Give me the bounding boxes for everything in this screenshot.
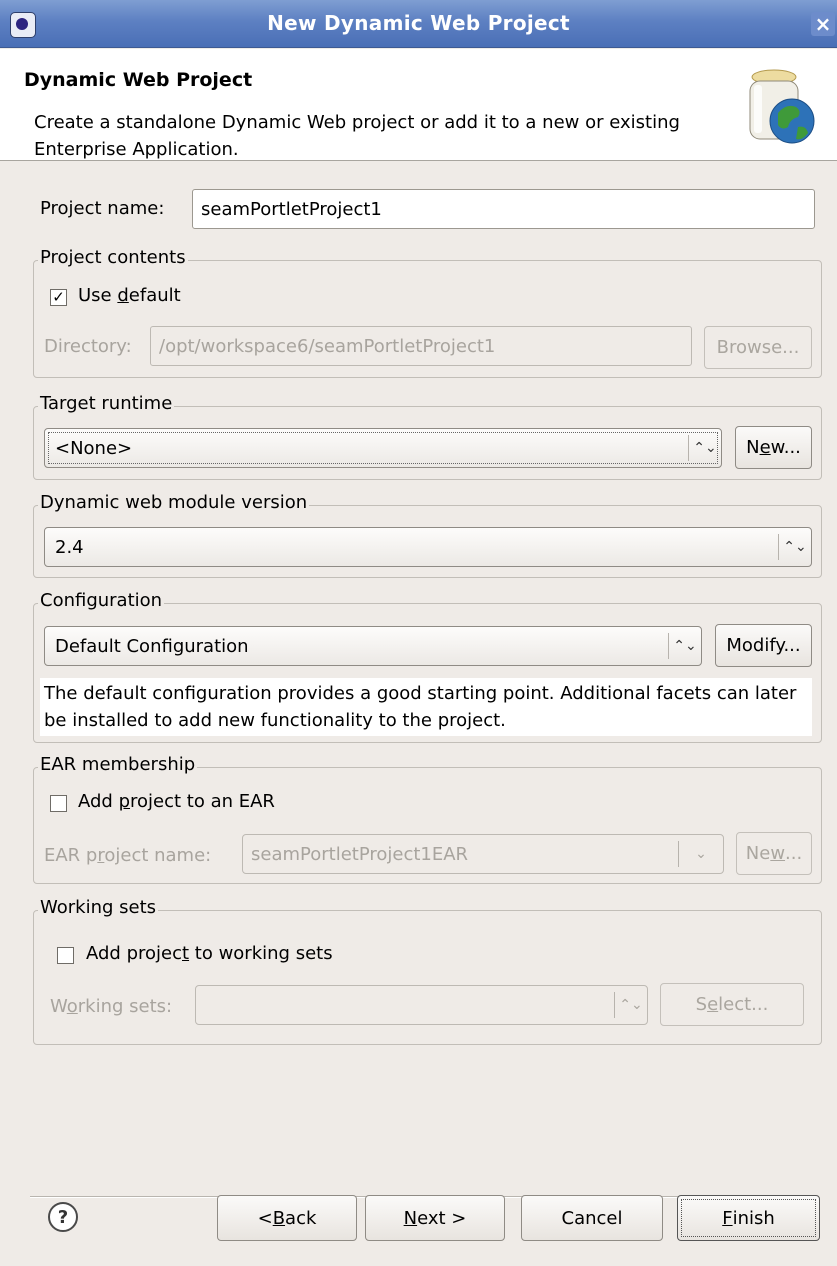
- page-heading: Dynamic Web Project: [24, 69, 253, 91]
- web-module-version-value: 2.4: [55, 536, 84, 558]
- configuration-legend: Configuration: [38, 590, 165, 611]
- next-button[interactable]: Next >: [365, 1195, 505, 1241]
- directory-label: Directory:: [44, 336, 132, 357]
- target-runtime-select[interactable]: <None> ⌃⌄: [44, 428, 722, 468]
- ear-project-name-select[interactable]: seamPortletProject1EAR ⌄: [242, 834, 724, 874]
- up-down-arrows-icon: ⌃⌄: [614, 992, 647, 1018]
- configuration-select[interactable]: Default Configuration ⌃⌄: [44, 626, 702, 666]
- project-name-label: Project name:: [40, 198, 165, 219]
- project-contents-legend: Project contents: [38, 247, 188, 268]
- browse-button[interactable]: Browse...: [704, 326, 812, 369]
- wizard-banner: Dynamic Web Project Create a standalone …: [0, 49, 837, 161]
- close-icon[interactable]: ×: [811, 12, 835, 36]
- target-runtime-legend: Target runtime: [38, 393, 175, 414]
- window-title: New Dynamic Web Project: [267, 11, 570, 35]
- back-button[interactable]: < Back: [217, 1195, 357, 1241]
- add-to-ear-label: Add project to an EAR: [78, 791, 275, 812]
- configuration-value: Default Configuration: [55, 635, 249, 657]
- title-bar: New Dynamic Web Project ×: [0, 0, 837, 48]
- help-icon[interactable]: ?: [48, 1202, 78, 1232]
- new-ear-button[interactable]: Ne w...: [736, 832, 812, 875]
- up-down-arrows-icon: ⌃⌄: [668, 633, 701, 659]
- configuration-description: The default configuration provides a goo…: [40, 678, 812, 736]
- page-description: Create a standalone Dynamic Web project …: [34, 112, 680, 160]
- up-down-arrows-icon: ⌃⌄: [688, 435, 721, 461]
- new-runtime-button[interactable]: Ne w...: [735, 426, 812, 469]
- cancel-button[interactable]: Cancel: [521, 1195, 663, 1241]
- chevron-down-icon: ⌄: [678, 841, 723, 867]
- working-sets-label: Working sets:: [50, 996, 173, 1017]
- modify-button[interactable]: Modify...: [715, 624, 812, 667]
- directory-input[interactable]: /opt/workspace6/seamPortletProject1: [150, 326, 692, 366]
- ear-project-name-value: seamPortletProject1EAR: [251, 843, 469, 865]
- web-module-version-legend: Dynamic web module version: [38, 492, 310, 513]
- target-runtime-value: <None>: [55, 437, 133, 459]
- add-to-working-sets-label: Add project to working sets: [86, 943, 333, 964]
- web-project-wizard-icon: [749, 69, 815, 144]
- select-working-sets-button[interactable]: Se lect...: [660, 983, 804, 1026]
- ear-membership-legend: EAR membership: [38, 754, 198, 775]
- use-default-label: Use default: [78, 285, 181, 306]
- finish-button[interactable]: Finish: [677, 1195, 820, 1241]
- project-name-input[interactable]: seamPortletProject1: [192, 189, 815, 229]
- working-sets-legend: Working sets: [38, 897, 159, 918]
- use-default-checkbox[interactable]: ✓: [50, 289, 67, 306]
- add-to-ear-checkbox[interactable]: [50, 795, 67, 812]
- working-sets-select[interactable]: ⌃⌄: [195, 985, 648, 1025]
- web-module-version-select[interactable]: 2.4 ⌃⌄: [44, 527, 812, 567]
- up-down-arrows-icon: ⌃⌄: [778, 534, 811, 560]
- add-to-working-sets-checkbox[interactable]: [57, 947, 74, 964]
- ear-project-name-label: EAR project name:: [44, 845, 212, 866]
